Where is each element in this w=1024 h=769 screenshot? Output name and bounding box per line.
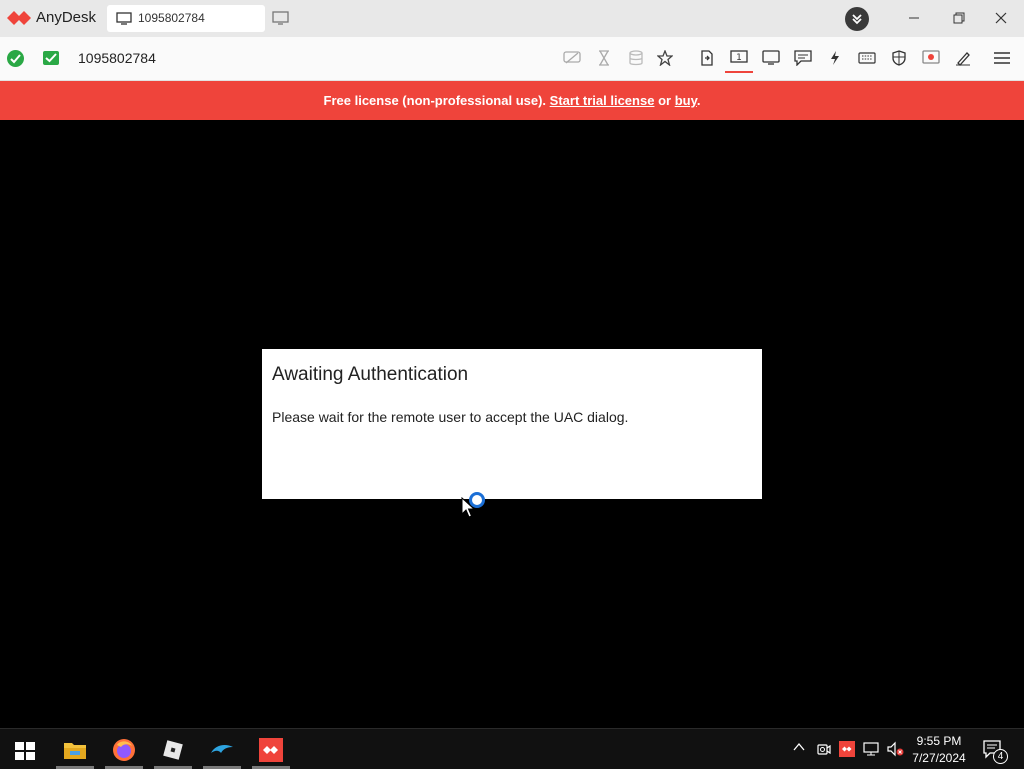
chevron-up-icon[interactable]: [792, 741, 806, 753]
anydesk-tray-icon[interactable]: [839, 741, 855, 757]
license-banner: Free license (non-professional use). Sta…: [0, 81, 1024, 120]
firefox-icon[interactable]: [111, 737, 137, 763]
notification-center-button[interactable]: 4: [982, 739, 1008, 764]
meet-now-icon[interactable]: [816, 741, 832, 757]
roblox-icon[interactable]: [160, 737, 186, 763]
banner-or: or: [658, 93, 672, 108]
banner-suffix: .: [696, 93, 701, 108]
address-field[interactable]: 1095802784: [78, 50, 156, 66]
pen-icon[interactable]: [952, 47, 974, 69]
svg-text:1: 1: [736, 53, 742, 63]
database-icon[interactable]: [625, 47, 647, 69]
monitor-icon: [116, 12, 132, 25]
clock-time: 9:55 PM: [916, 734, 962, 748]
minimize-icon[interactable]: [904, 9, 924, 27]
dialog-title: Awaiting Authentication: [272, 364, 469, 385]
taskbar: 9:55 PM 7/27/2024 4: [0, 728, 1024, 769]
session-toolbar: 1095802784 1: [0, 37, 1024, 81]
anydesk-logo-icon: [7, 11, 31, 25]
buy-link[interactable]: buy: [675, 93, 697, 108]
display-icon[interactable]: [760, 47, 782, 69]
close-icon[interactable]: [991, 9, 1011, 27]
dialog-message: Please wait for the remote user to accep…: [272, 409, 629, 425]
file-explorer-icon[interactable]: [62, 737, 88, 763]
windows-start-icon[interactable]: [12, 737, 38, 763]
banner-text: Free license (non-professional use).: [323, 93, 547, 108]
tab-label: 1095802784: [138, 11, 205, 25]
restore-icon[interactable]: [949, 9, 969, 27]
tab-session[interactable]: 1095802784: [107, 5, 265, 32]
active-tool-indicator: [725, 71, 753, 73]
speaker-muted-icon[interactable]: [886, 741, 904, 757]
start-trial-link[interactable]: Start trial license: [550, 93, 655, 108]
monitor-1-icon[interactable]: 1: [728, 47, 750, 69]
dolphin-icon[interactable]: [209, 737, 235, 763]
notification-badge: 4: [993, 749, 1008, 764]
menu-icon[interactable]: [991, 47, 1013, 69]
new-tab-icon[interactable]: [272, 11, 290, 26]
download-button[interactable]: [845, 7, 869, 31]
auth-dialog: Awaiting Authentication Please wait for …: [262, 349, 762, 499]
record-icon[interactable]: [920, 47, 942, 69]
network-icon[interactable]: [863, 741, 879, 757]
system-clock[interactable]: 9:55 PM 7/27/2024: [904, 733, 974, 767]
clock-date: 7/27/2024: [912, 751, 966, 765]
lightning-icon[interactable]: [824, 47, 846, 69]
hourglass-icon[interactable]: [593, 47, 615, 69]
keyboard-icon[interactable]: [856, 47, 878, 69]
title-bar: AnyDesk 1095802784: [0, 0, 1024, 37]
anydesk-icon[interactable]: [258, 737, 284, 763]
star-icon[interactable]: [654, 47, 676, 69]
shield-icon[interactable]: [888, 47, 910, 69]
app-name: AnyDesk: [36, 9, 97, 26]
chat-icon[interactable]: [792, 47, 814, 69]
mouse-cursor-icon: [461, 497, 475, 518]
file-transfer-icon[interactable]: [696, 47, 718, 69]
connection-status-icon: [7, 50, 24, 67]
chat-disabled-icon[interactable]: [561, 47, 583, 69]
download-icon: [852, 14, 862, 25]
verified-icon: [43, 51, 59, 65]
